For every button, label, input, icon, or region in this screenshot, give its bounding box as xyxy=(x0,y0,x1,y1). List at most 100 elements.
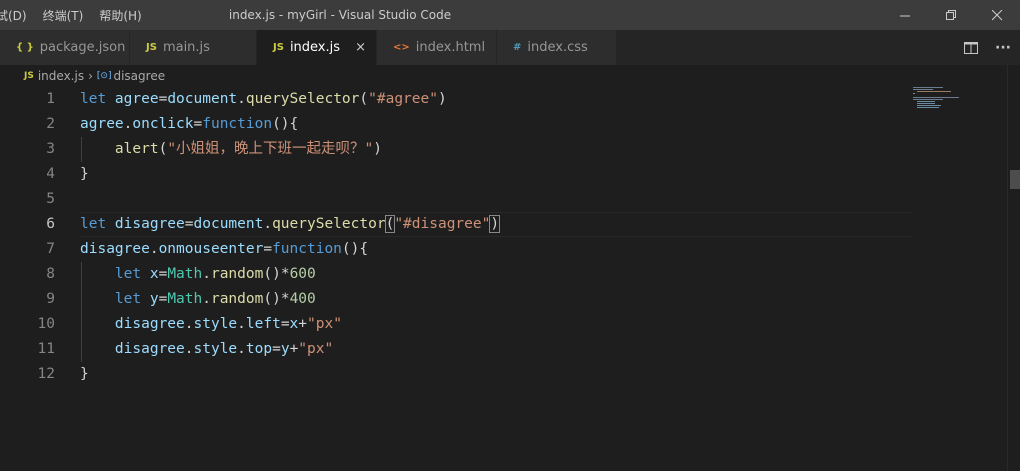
code-token: ( xyxy=(158,141,168,157)
js-file-icon: JS xyxy=(146,42,157,53)
code-text: disagree.onmouseenter=function(){ xyxy=(80,237,368,262)
js-file-icon: JS xyxy=(273,42,284,53)
code-token: random xyxy=(210,291,264,307)
code-token: 400 xyxy=(289,291,316,307)
code-token: . xyxy=(149,241,159,257)
js-file-icon: JS xyxy=(24,71,34,81)
line-number: 12 xyxy=(37,366,55,382)
code-token: . xyxy=(184,316,194,332)
code-editor[interactable]: 1 let agree=document.querySelector("#agre… xyxy=(0,87,1020,471)
code-line[interactable]: 9 let y=Math.random()*400 xyxy=(0,287,912,312)
code-line[interactable]: 2 agree.onclick=function(){ xyxy=(0,112,912,137)
code-token: let xyxy=(80,216,115,232)
code-token: disagree xyxy=(114,341,185,357)
code-token: ()* xyxy=(263,291,290,307)
breadcrumb-file[interactable]: index.js xyxy=(38,69,84,83)
tab-label: index.html xyxy=(415,40,486,55)
code-token: "px" xyxy=(307,316,342,332)
tab-label: index.js xyxy=(289,40,341,55)
scroll-position-marker[interactable] xyxy=(1010,170,1020,189)
tab-label: main.js xyxy=(162,40,210,55)
title-bar: 试(D) 终端(T) 帮助(H) index.js - myGirl - Vis… xyxy=(0,0,1020,30)
code-token: "小姐姐，晚上下班一起走呗？" xyxy=(167,141,374,157)
code-token: = xyxy=(158,266,168,282)
breadcrumb: JS index.js › [⊙] disagree xyxy=(0,65,1020,87)
minimap[interactable] xyxy=(912,85,1007,471)
code-token: = xyxy=(280,316,290,332)
split-editor-button[interactable] xyxy=(958,30,984,65)
code-token: disagree xyxy=(114,216,185,232)
code-token: ) xyxy=(489,215,501,233)
code-text: agree.onclick=function(){ xyxy=(80,112,298,137)
code-token: + xyxy=(289,341,299,357)
variable-symbol-icon: [⊙] xyxy=(96,71,112,81)
code-token: style xyxy=(193,341,238,357)
code-token: y xyxy=(280,341,290,357)
line-number: 8 xyxy=(46,266,55,282)
code-token: y xyxy=(149,291,159,307)
more-actions-button[interactable]: ··· xyxy=(990,30,1016,65)
code-line[interactable]: 7 disagree.onmouseenter=function(){ xyxy=(0,237,912,262)
restore-button[interactable] xyxy=(928,0,974,30)
tab-index-js[interactable]: JS index.js × xyxy=(257,30,377,65)
code-token: = xyxy=(193,116,203,132)
code-line[interactable]: 5 xyxy=(0,187,912,212)
tab-bar: { } package.json JS main.js JS index.js … xyxy=(0,30,1020,65)
code-line[interactable]: 3 alert("小姐姐，晚上下班一起走呗？") xyxy=(0,137,912,162)
code-line[interactable]: 11 disagree.style.top=y+"px" xyxy=(0,337,912,362)
code-token: left xyxy=(245,316,281,332)
code-token: style xyxy=(193,316,238,332)
code-token: (){ xyxy=(272,116,299,132)
chevron-right-icon: › xyxy=(88,69,93,83)
code-text: let y=Math.random()*400 xyxy=(80,287,316,312)
code-token: x xyxy=(149,266,159,282)
code-token: . xyxy=(237,91,246,107)
restore-icon xyxy=(945,9,956,20)
code-line[interactable]: 1 let agree=document.querySelector("#agre… xyxy=(0,87,912,112)
line-number: 11 xyxy=(37,341,55,357)
code-line[interactable]: 10 disagree.style.left=x+"px" xyxy=(0,312,912,337)
code-token: Math xyxy=(167,291,203,307)
vertical-scrollbar[interactable] xyxy=(1007,65,1020,471)
code-token: . xyxy=(184,341,194,357)
code-line[interactable]: 8 let x=Math.random()*600 xyxy=(0,262,912,287)
tab-label: package.json xyxy=(39,40,126,55)
code-text: } xyxy=(80,162,89,187)
close-tab-icon[interactable]: × xyxy=(355,30,366,65)
tab-package-json[interactable]: { } package.json xyxy=(0,30,130,65)
code-token: = xyxy=(158,91,168,107)
tab-main-js[interactable]: JS main.js xyxy=(130,30,257,65)
minimize-button[interactable] xyxy=(882,0,928,30)
code-text: let x=Math.random()*600 xyxy=(80,262,316,287)
code-text: disagree.style.left=x+"px" xyxy=(80,312,342,337)
tab-index-css[interactable]: # index.css xyxy=(497,30,617,65)
code-token: agree xyxy=(80,116,124,132)
code-line[interactable]: 12} xyxy=(0,362,912,387)
code-token: "#agree" xyxy=(368,91,438,107)
code-line[interactable]: 4} xyxy=(0,162,912,187)
breadcrumb-symbol[interactable]: disagree xyxy=(113,69,165,83)
code-token: let xyxy=(114,266,150,282)
code-token: querySelector xyxy=(272,216,386,232)
code-token: 600 xyxy=(289,266,316,282)
code-token: ( xyxy=(359,91,369,107)
line-number: 7 xyxy=(46,241,55,257)
code-token: document xyxy=(167,91,238,107)
code-token: ()* xyxy=(263,266,290,282)
code-token: disagree xyxy=(80,241,150,257)
code-token: ( xyxy=(384,215,396,233)
code-token: = xyxy=(184,216,194,232)
line-number: 1 xyxy=(46,91,55,107)
line-number: 3 xyxy=(46,141,55,157)
tab-index-html[interactable]: <> index.html xyxy=(377,30,497,65)
code-line[interactable]: 6 let disagree=document.querySelector("#d… xyxy=(0,212,912,237)
html-file-icon: <> xyxy=(393,42,410,53)
code-token: onclick xyxy=(132,116,194,132)
tab-label: index.css xyxy=(527,40,588,55)
code-text: alert("小姐姐，晚上下班一起走呗？") xyxy=(80,137,382,162)
code-text: let disagree=document.querySelector("#di… xyxy=(80,212,501,237)
close-button[interactable] xyxy=(974,0,1020,30)
